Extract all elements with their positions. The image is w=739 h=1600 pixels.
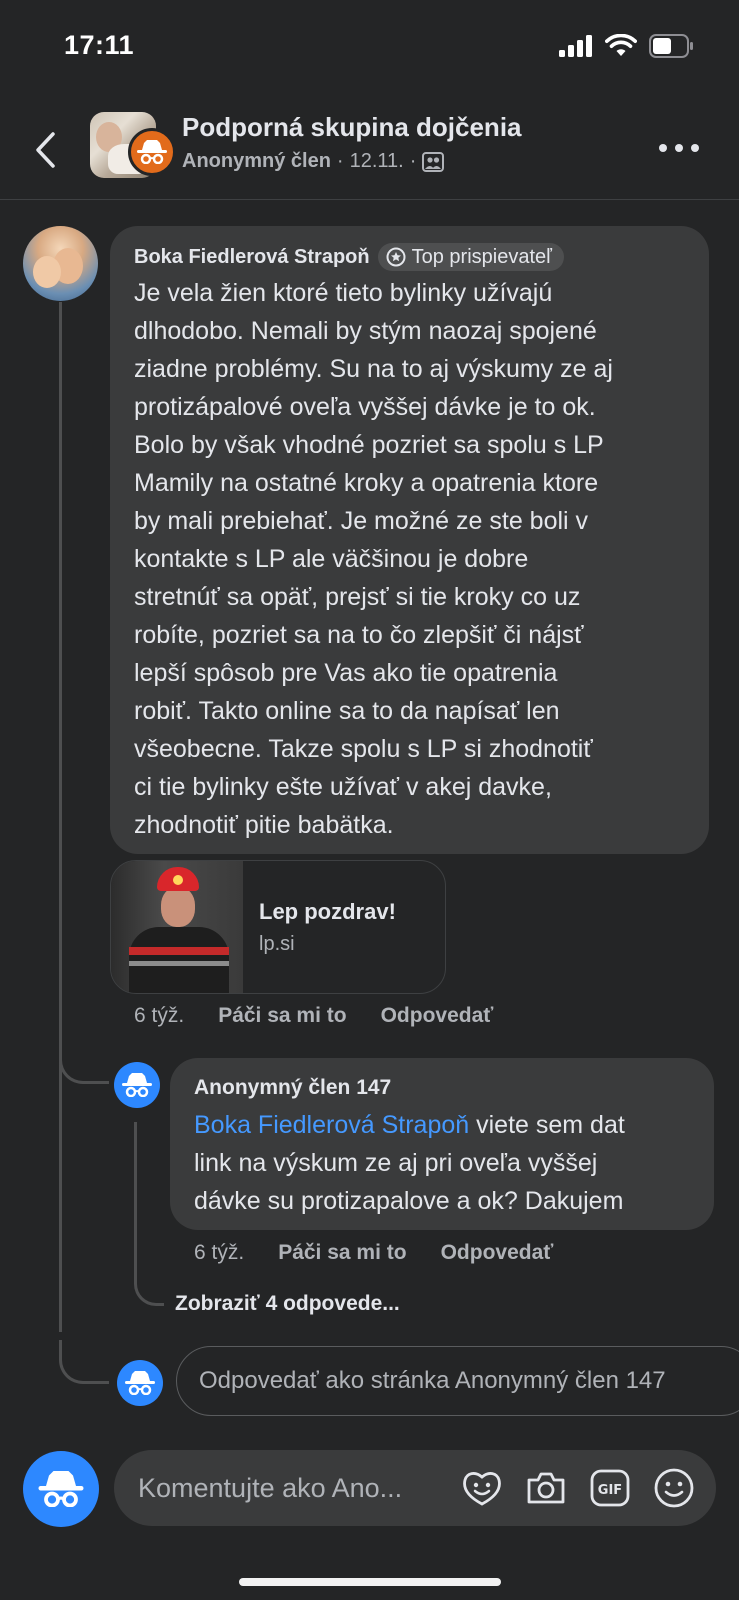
thread-line-main	[59, 302, 62, 1332]
reply-line: link na výskum ze aj pri oveľa vyššej	[194, 1149, 598, 1177]
badge-label: Top prispievateľ	[411, 245, 552, 268]
avatar-sticker-button[interactable]	[460, 1466, 504, 1510]
thread-curve-reply	[59, 1040, 109, 1084]
comment-line: lepší spôsob pre Vas ako tie opatrenia	[134, 659, 558, 687]
comment-bubble: Boka Fiedlerová Strapoň Top prispievateľ…	[110, 226, 709, 854]
reply-bubble: Anonymný člen 147 Boka Fiedlerová Strapo…	[170, 1058, 714, 1230]
post-meta: Anonymný člen · 12.11. ·	[182, 150, 445, 173]
reply-line-rest: viete sem dat	[469, 1111, 625, 1139]
header-divider	[0, 199, 739, 200]
incognito-icon	[38, 1471, 84, 1507]
thread-curve-view-replies	[134, 1262, 164, 1306]
status-icons	[559, 34, 695, 58]
like-button[interactable]: Páči sa mi to	[278, 1241, 406, 1265]
back-button[interactable]	[28, 128, 62, 172]
incognito-icon	[137, 140, 167, 164]
avatar-frame-icon	[463, 1472, 501, 1506]
reply-author-avatar[interactable]	[114, 1062, 160, 1108]
emoji-icon	[654, 1468, 694, 1508]
top-contributor-icon	[386, 247, 406, 267]
camera-icon	[527, 1472, 565, 1504]
incognito-icon	[125, 1371, 155, 1395]
chevron-left-icon	[36, 132, 55, 168]
comment-text: Je vela žien ktoré tieto bylinky užívajú…	[134, 274, 687, 844]
status-time: 17:11	[64, 30, 135, 60]
comment-line: Mamily na ostatné kroky a opatrenia ktor…	[134, 469, 599, 497]
comment-line: Je vela žien ktoré tieto bylinky užívajú	[134, 279, 553, 307]
top-contributor-badge[interactable]: Top prispievateľ	[377, 243, 564, 271]
comment-line: kontakte s LP ale väčšinou je dobre	[134, 545, 529, 573]
wifi-icon	[605, 34, 637, 56]
anonymous-badge	[128, 128, 176, 176]
reply-line: Boka Fiedlerová Strapoň viete sem dat	[194, 1106, 696, 1144]
comment-header: Boka Fiedlerová Strapoň Top prispievateľ	[134, 242, 687, 272]
comment-line: ci tie bylinky ešte užívať v akej davke,	[134, 773, 552, 801]
comment-composer[interactable]: Komentujte ako Ano... GIF	[114, 1450, 716, 1526]
comment-line: robíte, pozriet sa na to čo zlepšiť či n…	[134, 621, 584, 649]
mention-link[interactable]: Boka Fiedlerová Strapoň	[194, 1111, 469, 1139]
svg-text:GIF: GIF	[598, 1483, 622, 1498]
link-preview-card[interactable]: Lep pozdrav! lp.si	[110, 860, 446, 994]
comment-line: stretnúť sa opäť, prejsť si tie kroky co…	[134, 583, 581, 611]
battery-icon	[649, 34, 693, 58]
comment-actions: 6 týž. Páči sa mi to Odpovedať	[134, 1004, 493, 1028]
comment-author-avatar[interactable]	[23, 226, 98, 301]
reply-input-placeholder: Odpovedať ako stránka Anonymný člen 147	[199, 1367, 666, 1394]
comment-line: robiť. Takto online sa to da napísať len	[134, 697, 560, 725]
meta-separator: ·	[336, 150, 344, 172]
link-thumbnail	[111, 861, 243, 993]
comment-timestamp[interactable]: 6 týž.	[134, 1004, 184, 1028]
link-title: Lep pozdrav!	[259, 899, 396, 924]
reply-author-name[interactable]: Anonymný člen 147	[194, 1074, 696, 1102]
reply-timestamp[interactable]: 6 týž.	[194, 1241, 244, 1265]
comment-line: všeobecne. Takze spolu s LP si zhodnotiť	[134, 735, 593, 763]
gif-icon: GIF	[590, 1469, 630, 1507]
link-domain: lp.si	[259, 933, 295, 955]
reply-button[interactable]: Odpovedať	[441, 1241, 554, 1265]
home-indicator	[239, 1578, 501, 1586]
reply-as-avatar	[117, 1360, 163, 1406]
composer-avatar[interactable]	[23, 1451, 99, 1527]
post-date[interactable]: 12.11.	[350, 150, 404, 173]
comment-line: protizápalové oveľa vyššej dávke je to o…	[134, 393, 596, 421]
meta-separator: ·	[409, 150, 417, 172]
more-options-button[interactable]	[659, 136, 699, 160]
comment-author-name[interactable]: Boka Fiedlerová Strapoň	[134, 246, 370, 269]
comment-line: dlhodobo. Nemali by stým naozaj spojené	[134, 317, 597, 345]
thread-curve-input	[59, 1340, 109, 1384]
members-icon	[422, 151, 445, 172]
comment-line: zhodnotiť pitie babätka.	[134, 811, 394, 839]
group-title[interactable]: Podporná skupina dojčenia	[182, 112, 522, 143]
reply-button[interactable]: Odpovedať	[381, 1004, 494, 1028]
like-button[interactable]: Páči sa mi to	[218, 1004, 346, 1028]
reply-line: dávke su protizapalove a ok? Dakujem	[194, 1187, 624, 1215]
comment-line: Bolo by však vhodné pozriet sa spolu s L…	[134, 431, 604, 459]
reply-as-page-input[interactable]: Odpovedať ako stránka Anonymný člen 147	[176, 1346, 739, 1416]
reply-text: Boka Fiedlerová Strapoň viete sem dat li…	[194, 1106, 696, 1220]
incognito-icon	[122, 1073, 152, 1097]
signal-icon	[559, 35, 592, 57]
emoji-button[interactable]	[652, 1466, 696, 1510]
composer-tools: GIF	[460, 1466, 696, 1510]
comment-line: ziadne problémy. Su na to aj výskumy ze …	[134, 355, 613, 383]
comment-line: by mali prebiehať. Je možné ze ste boli …	[134, 507, 589, 535]
reply-actions: 6 týž. Páči sa mi to Odpovedať	[194, 1241, 553, 1265]
post-author[interactable]: Anonymný člen	[182, 150, 331, 173]
camera-button[interactable]	[524, 1466, 568, 1510]
gif-button[interactable]: GIF	[588, 1466, 632, 1510]
view-more-replies-link[interactable]: Zobraziť 4 odpovede...	[175, 1292, 400, 1316]
composer-placeholder: Komentujte ako Ano...	[138, 1472, 403, 1503]
thread-line-sub	[134, 1122, 137, 1272]
more-horizontal-icon	[659, 144, 667, 152]
